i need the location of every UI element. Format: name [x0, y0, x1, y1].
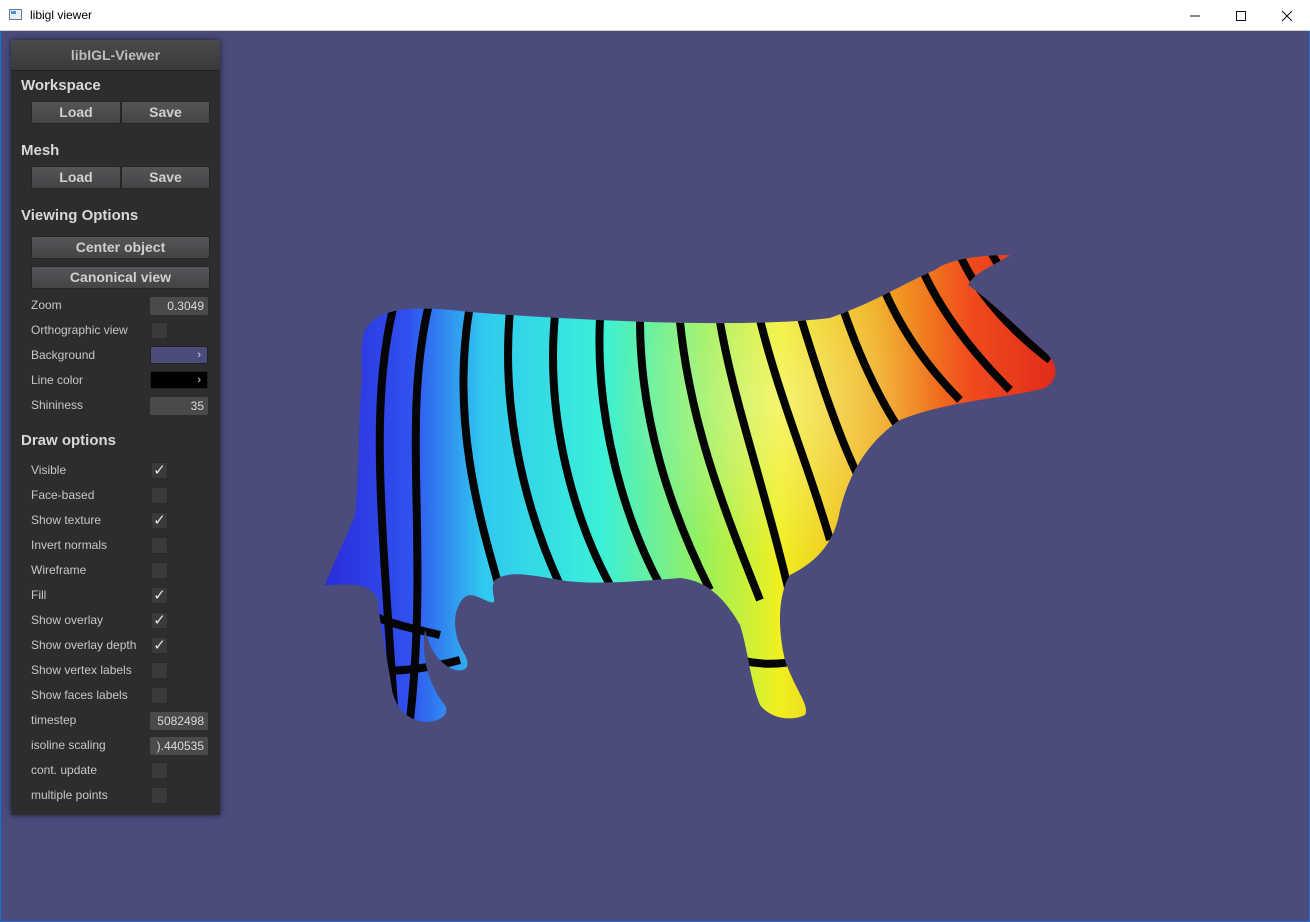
- draw-option-checkbox[interactable]: [151, 687, 168, 704]
- shininess-input[interactable]: 35: [150, 397, 208, 415]
- cont-update-checkbox[interactable]: [151, 762, 168, 779]
- zoom-label: Zoom: [31, 298, 62, 312]
- draw-option-checkbox[interactable]: [151, 537, 168, 554]
- draw-option-label: Invert normals: [31, 538, 108, 552]
- draw-option-checkbox[interactable]: ✓: [151, 637, 168, 654]
- timestep-label: timestep: [31, 713, 77, 727]
- multiple-points-label: multiple points: [31, 788, 108, 802]
- draw-option-label: Visible: [31, 463, 67, 477]
- draw-option-label: Show faces labels: [31, 688, 128, 702]
- canonical-view-button[interactable]: Canonical view: [31, 266, 210, 289]
- chevron-right-icon: ›: [197, 374, 201, 386]
- isoline-scaling-input[interactable]: ).440535: [150, 737, 208, 755]
- viewing-options-heading: Viewing Options: [21, 207, 139, 224]
- checkmark-icon: ✓: [153, 612, 166, 629]
- draw-option-label: Wireframe: [31, 563, 87, 577]
- draw-option-label: Face-based: [31, 488, 95, 502]
- draw-option-label: Show overlay: [31, 613, 104, 627]
- orthographic-label: Orthographic view: [31, 323, 128, 337]
- workspace-save-button[interactable]: Save: [121, 101, 210, 124]
- checkmark-icon: ✓: [153, 637, 166, 654]
- mesh-load-button[interactable]: Load: [31, 166, 121, 189]
- mesh-save-button[interactable]: Save: [121, 166, 210, 189]
- checkmark-icon: ✓: [153, 512, 166, 529]
- checkmark-icon: ✓: [153, 462, 166, 479]
- background-label: Background: [31, 348, 96, 362]
- draw-option-label: Fill: [31, 588, 47, 602]
- draw-option-label: Show overlay depth: [31, 638, 137, 652]
- draw-option-checkbox[interactable]: ✓: [151, 612, 168, 629]
- draw-option-checkbox[interactable]: ✓: [151, 462, 168, 479]
- checkmark-icon: ✓: [153, 587, 166, 604]
- line-color-picker[interactable]: ›: [150, 371, 208, 389]
- draw-option-checkbox[interactable]: ✓: [151, 512, 168, 529]
- zoom-input[interactable]: 0.3049: [150, 297, 208, 315]
- draw-option-checkbox[interactable]: ✓: [151, 587, 168, 604]
- shininess-label: Shininess: [31, 398, 84, 412]
- center-object-button[interactable]: Center object: [31, 236, 210, 259]
- chevron-right-icon: ›: [197, 349, 201, 361]
- draw-options-heading: Draw options: [21, 432, 117, 449]
- background-color-picker[interactable]: ›: [150, 346, 208, 364]
- mesh-heading: Mesh: [21, 142, 60, 159]
- multiple-points-checkbox[interactable]: [151, 787, 168, 804]
- draw-option-checkbox[interactable]: [151, 562, 168, 579]
- cont-update-label: cont. update: [31, 763, 98, 777]
- timestep-input[interactable]: 5082498: [150, 712, 208, 730]
- panel-title[interactable]: libIGL-Viewer: [11, 40, 220, 71]
- workspace-heading: Workspace: [21, 77, 101, 94]
- draw-option-label: Show vertex labels: [31, 663, 132, 677]
- line-color-label: Line color: [31, 373, 84, 387]
- draw-option-checkbox[interactable]: [151, 662, 168, 679]
- viewer-menu-panel: libIGL-Viewer Workspace Load Save Mesh L…: [11, 40, 220, 815]
- draw-option-label: Show texture: [31, 513, 102, 527]
- workspace-load-button[interactable]: Load: [31, 101, 121, 124]
- orthographic-checkbox[interactable]: [151, 322, 168, 339]
- isoline-scaling-label: isoline scaling: [31, 738, 106, 752]
- cow-mesh[interactable]: [325, 250, 1060, 722]
- draw-option-checkbox[interactable]: [151, 487, 168, 504]
